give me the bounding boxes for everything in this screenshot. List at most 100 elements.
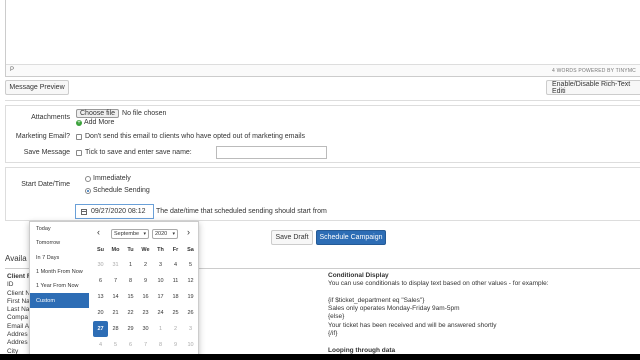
calendar-day[interactable]: 22 bbox=[123, 305, 138, 321]
calendar-day[interactable]: 8 bbox=[153, 337, 168, 353]
calendar-day[interactable]: 4 bbox=[93, 337, 108, 353]
schedule-campaign-button[interactable]: Schedule Campaign bbox=[316, 230, 386, 245]
prev-month-icon[interactable]: ‹ bbox=[97, 227, 100, 237]
schedule-sending-radio[interactable] bbox=[85, 187, 91, 194]
calendar-day[interactable]: 28 bbox=[108, 321, 123, 337]
save-name-input[interactable] bbox=[216, 146, 327, 159]
marketing-text: Don't send this email to clients who hav… bbox=[85, 133, 306, 140]
calendar-day[interactable]: 20 bbox=[93, 305, 108, 321]
add-more-label: Add More bbox=[84, 119, 115, 126]
calendar-day[interactable]: 5 bbox=[108, 337, 123, 353]
save-draft-button[interactable]: Save Draft bbox=[271, 230, 313, 245]
file-status: No file chosen bbox=[122, 110, 167, 117]
month-select[interactable]: Septembe ▾ bbox=[111, 229, 149, 239]
calendar-day[interactable]: 27 bbox=[93, 321, 108, 337]
weekday-header: Th bbox=[157, 247, 164, 253]
immediately-radio[interactable] bbox=[85, 175, 91, 182]
calendar-day[interactable]: 26 bbox=[183, 305, 198, 321]
calendar-day[interactable]: 29 bbox=[123, 321, 138, 337]
chevron-down-icon: ▾ bbox=[172, 231, 175, 237]
weekday-header: Fr bbox=[172, 247, 179, 253]
choose-file-button[interactable]: Choose file bbox=[76, 109, 120, 118]
date-range-option[interactable]: Tomorrow bbox=[30, 236, 89, 250]
calendar-day[interactable]: 19 bbox=[183, 289, 198, 305]
calendar-day[interactable]: 18 bbox=[168, 289, 183, 305]
calendar-day[interactable]: 9 bbox=[138, 273, 153, 289]
calendar-day[interactable]: 24 bbox=[153, 305, 168, 321]
calendar-day[interactable]: 1 bbox=[153, 321, 168, 337]
calendar-day[interactable]: 30 bbox=[93, 257, 108, 273]
calendar-day[interactable]: 8 bbox=[123, 273, 138, 289]
calendar-day[interactable]: 15 bbox=[123, 289, 138, 305]
marketing-checkbox[interactable] bbox=[76, 133, 82, 140]
calendar-day[interactable]: 31 bbox=[108, 257, 123, 273]
attachments-field: Choose file No file chosen bbox=[76, 109, 166, 118]
date-range-option[interactable]: Today bbox=[30, 222, 89, 236]
variables-heading: Availa bbox=[5, 254, 27, 263]
conditional-example: {if $ticket_department eq "Sales"} Sales … bbox=[328, 297, 638, 338]
calendar-day[interactable]: 21 bbox=[108, 305, 123, 321]
divider bbox=[5, 100, 640, 101]
code-line: Your ticket has been received and will b… bbox=[328, 321, 497, 329]
calendar-day[interactable]: 3 bbox=[153, 257, 168, 273]
save-message-option: Tick to save and enter save name: bbox=[76, 149, 192, 156]
calendar-day[interactable]: 11 bbox=[168, 273, 183, 289]
date-picker: Today Tomorrow In 7 Days 1 Month From Now 1 … bbox=[29, 221, 199, 360]
calendar-day[interactable]: 12 bbox=[183, 273, 198, 289]
schedule-sending-label: Schedule Sending bbox=[93, 187, 150, 194]
immediately-label: Immediately bbox=[93, 175, 131, 182]
calendar-day[interactable]: 9 bbox=[168, 337, 183, 353]
save-message-label: Save Message bbox=[23, 149, 70, 156]
date-range-option[interactable]: In 7 Days bbox=[30, 251, 89, 265]
calendar-day[interactable]: 6 bbox=[93, 273, 108, 289]
conditional-title: Conditional Display bbox=[328, 272, 389, 279]
chevron-down-icon: ▾ bbox=[143, 231, 146, 237]
weekday-header: Sa bbox=[187, 247, 194, 253]
immediately-option[interactable]: Immediately bbox=[85, 175, 131, 182]
start-date-input[interactable]: 09/27/2020 08:12 bbox=[75, 204, 154, 219]
calendar-day[interactable]: 23 bbox=[138, 305, 153, 321]
calendar: ‹ Septembe ▾ 2020 ▾ › Su Mo Tu We Th Fr Sa 30 31 1 2… bbox=[93, 222, 197, 348]
month-value: Septembe bbox=[114, 231, 140, 237]
toggle-rich-text-button[interactable]: Enable/Disable Rich-Text Editi bbox=[546, 80, 640, 95]
attachments-label: Attachments bbox=[31, 114, 70, 121]
calendar-header: ‹ Septembe ▾ 2020 ▾ › bbox=[93, 222, 197, 244]
calendar-day[interactable]: 1 bbox=[123, 257, 138, 273]
calendar-day[interactable]: 7 bbox=[138, 337, 153, 353]
save-message-checkbox[interactable] bbox=[76, 149, 82, 156]
editor-status-bar: P 4 WORDS POWERED BY TINYMC bbox=[6, 64, 640, 76]
calendar-day[interactable]: 17 bbox=[153, 289, 168, 305]
calendar-day[interactable]: 2 bbox=[138, 257, 153, 273]
year-value: 2020 bbox=[155, 231, 168, 237]
calendar-day[interactable]: 2 bbox=[168, 321, 183, 337]
marketing-label: Marketing Email? bbox=[15, 133, 70, 140]
marketing-option: Don't send this email to clients who hav… bbox=[76, 133, 305, 140]
next-month-icon[interactable]: › bbox=[187, 227, 190, 237]
date-range-option[interactable]: Custom bbox=[30, 293, 89, 308]
start-date-label: Start Date/Time bbox=[21, 181, 70, 188]
calendar-icon bbox=[81, 208, 87, 215]
calendar-day[interactable]: 25 bbox=[168, 305, 183, 321]
calendar-day[interactable]: 4 bbox=[168, 257, 183, 273]
calendar-day[interactable]: 30 bbox=[138, 321, 153, 337]
start-date-value: 09/27/2020 08:12 bbox=[91, 208, 146, 215]
message-preview-button[interactable]: Message Preview bbox=[5, 80, 69, 95]
calendar-day[interactable]: 7 bbox=[108, 273, 123, 289]
calendar-day[interactable]: 16 bbox=[138, 289, 153, 305]
add-more-link[interactable]: + Add More bbox=[76, 119, 114, 126]
calendar-day[interactable]: 5 bbox=[183, 257, 198, 273]
calendar-day[interactable]: 10 bbox=[183, 337, 198, 353]
year-select[interactable]: 2020 ▾ bbox=[152, 229, 178, 239]
calendar-day[interactable]: 3 bbox=[183, 321, 198, 337]
conditional-help: Conditional Display You can use conditio… bbox=[328, 272, 638, 355]
schedule-sending-option[interactable]: Schedule Sending bbox=[85, 187, 150, 194]
calendar-day[interactable]: 10 bbox=[153, 273, 168, 289]
date-range-option[interactable]: 1 Year From Now bbox=[30, 279, 89, 293]
calendar-day[interactable]: 14 bbox=[108, 289, 123, 305]
calendar-day[interactable]: 13 bbox=[93, 289, 108, 305]
editor-word-count: 4 WORDS POWERED BY TINYMC bbox=[552, 68, 636, 74]
weekday-header: Su bbox=[96, 247, 105, 253]
calendar-day[interactable]: 6 bbox=[123, 337, 138, 353]
rich-text-editor[interactable]: P 4 WORDS POWERED BY TINYMC bbox=[5, 0, 640, 77]
date-range-option[interactable]: 1 Month From Now bbox=[30, 265, 89, 279]
